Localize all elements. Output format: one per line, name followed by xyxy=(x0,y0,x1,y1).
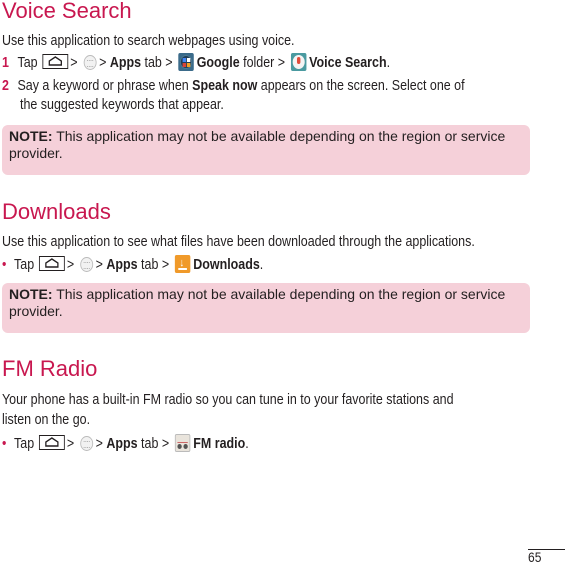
downloads-note: NOTE: This application may not be availa… xyxy=(2,283,530,333)
voice-search-intro: Use this application to search webpages … xyxy=(2,33,295,49)
note-label: NOTE: xyxy=(9,128,53,144)
voice-search-note: NOTE: This application may not be availa… xyxy=(2,125,530,175)
folder-text: folder > xyxy=(239,55,289,71)
apps-icon xyxy=(80,257,94,272)
tap-text: Tap xyxy=(14,257,35,273)
home-key-icon xyxy=(39,256,66,271)
apps-label: Apps xyxy=(106,436,138,452)
fm-radio-step: • Tap > > Apps tab > FM radio. xyxy=(2,434,249,454)
voice-search-heading: Voice Search xyxy=(2,0,132,23)
page-number: 65 xyxy=(528,549,542,565)
step-text: Say a keyword or phrase when xyxy=(17,78,193,94)
period: . xyxy=(245,436,249,452)
downloads-heading: Downloads xyxy=(2,199,111,224)
google-label: Google xyxy=(196,55,240,71)
fm-radio-intro-cont: listen on the go. xyxy=(2,412,91,428)
google-folder-icon xyxy=(178,53,195,71)
apps-icon xyxy=(83,55,97,70)
home-key-icon xyxy=(39,435,66,450)
voice-search-step-2: 2 Say a keyword or phrase when Speak now … xyxy=(2,77,465,96)
voice-search-step-1: 1 Tap > > Apps tab > Google folder > Voic… xyxy=(2,53,390,73)
separator: > xyxy=(95,257,107,273)
tap-text: Tap xyxy=(14,436,35,452)
microphone-icon xyxy=(291,53,307,71)
manual-page: Voice Search Use this application to sea… xyxy=(0,0,565,568)
step-text: appears on the screen. Select one of xyxy=(257,78,465,94)
separator: > xyxy=(99,55,110,71)
bullet: • xyxy=(2,257,7,273)
radio-icon xyxy=(175,434,191,452)
fm-radio-intro: Your phone has a built-in FM radio so yo… xyxy=(2,392,454,408)
step-number: 2 xyxy=(2,78,9,94)
tab-text: tab > xyxy=(137,436,173,452)
tap-text: Tap xyxy=(17,55,38,71)
home-key-icon xyxy=(42,54,69,69)
step-number: 1 xyxy=(2,55,9,71)
note-text: This application may not be available de… xyxy=(9,128,506,161)
voice-search-step-2-cont: the suggested keywords that appear. xyxy=(20,97,224,113)
voice-search-label: Voice Search xyxy=(309,55,387,71)
bullet: • xyxy=(2,436,7,452)
apps-label: Apps xyxy=(106,257,138,273)
downloads-intro: Use this application to see what files h… xyxy=(2,234,475,250)
downloads-label: Downloads xyxy=(193,257,260,273)
speak-now-label: Speak now xyxy=(192,78,258,94)
download-icon: ↓ xyxy=(175,255,191,273)
separator: > xyxy=(95,436,107,452)
tab-text: tab > xyxy=(137,257,173,273)
period: . xyxy=(386,55,391,71)
separator: > xyxy=(66,257,75,273)
downloads-step: • Tap > > Apps tab > ↓ Downloads. xyxy=(2,255,263,275)
period: . xyxy=(259,257,264,273)
separator: > xyxy=(70,55,78,71)
tab-text: tab > xyxy=(141,55,177,71)
note-label: NOTE: xyxy=(9,286,53,302)
note-text: This application may not be available de… xyxy=(9,286,506,319)
fm-radio-label: FM radio xyxy=(193,436,246,452)
fm-radio-heading: FM Radio xyxy=(2,356,98,381)
apps-icon xyxy=(80,436,94,451)
separator: > xyxy=(66,436,75,452)
apps-label: Apps xyxy=(109,55,142,71)
